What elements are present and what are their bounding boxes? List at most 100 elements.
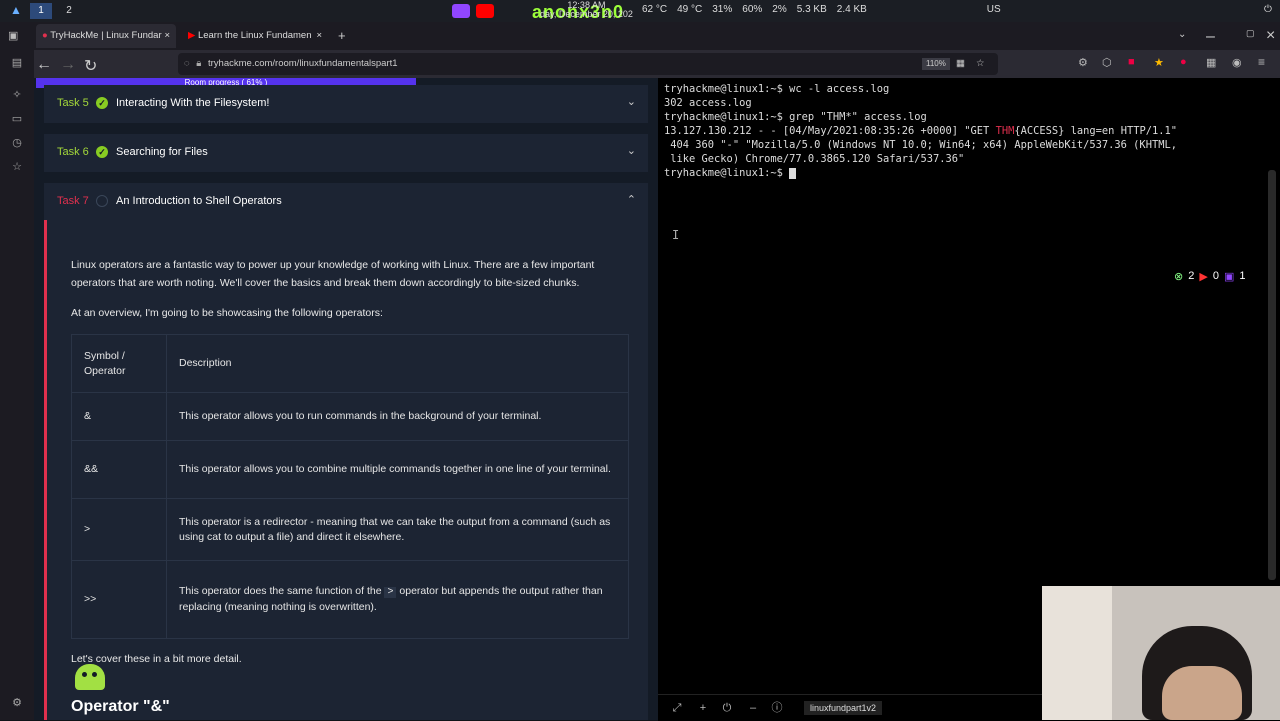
- ai-chat-icon[interactable]: ✧: [10, 88, 24, 102]
- task-7-body: Linux operators are a fantastic way to p…: [44, 220, 648, 720]
- add-icon[interactable]: +: [696, 701, 710, 715]
- extension-icon[interactable]: ■: [1128, 56, 1135, 68]
- table-row: && This operator allows you to combine m…: [71, 440, 629, 499]
- description-text: This operator does the same function of …: [179, 585, 385, 597]
- tab-tryhackme[interactable]: ● TryHackMe | Linux Fundar ×: [36, 24, 176, 48]
- sync-icon[interactable]: ▭: [10, 112, 24, 126]
- maximize-icon[interactable]: ▢: [1246, 28, 1255, 39]
- chevron-down-icon[interactable]: ⌄: [627, 144, 636, 157]
- minimize-icon[interactable]: –: [746, 701, 760, 715]
- settings-gear-icon[interactable]: ⚙: [10, 696, 24, 710]
- bookmark-icon[interactable]: ☆: [976, 53, 985, 75]
- extension-icon[interactable]: ●: [1180, 56, 1187, 68]
- terminal-line: tryhackme@linux1:~$ grep "THM*" access.l…: [664, 111, 927, 123]
- stream-counters: ⊗ 2 ▶ 0 ▣ 1: [1174, 270, 1245, 283]
- menu-icon[interactable]: ≡: [1258, 55, 1265, 69]
- operator-symbol: &&: [71, 440, 167, 499]
- prompt-text: tryhackme@linux1:~$: [664, 167, 790, 179]
- lock-icon: 🔒︎: [196, 58, 202, 69]
- forward-icon[interactable]: →: [60, 56, 76, 74]
- tab-youtube[interactable]: ▶ Learn the Linux Fundamen ×: [182, 24, 328, 48]
- extension-icon[interactable]: ⚙: [1078, 56, 1088, 69]
- xbox-icon: ⊗: [1174, 271, 1184, 283]
- terminal-line: 13.127.130.212 - - [04/May/2021:08:35:26…: [664, 125, 1177, 137]
- tab-list-icon[interactable]: ▣: [8, 29, 18, 42]
- workspace-2[interactable]: 2: [58, 3, 80, 19]
- task-number: Task 5: [57, 97, 89, 109]
- counter-value: 0: [1212, 270, 1219, 282]
- twitch-icon: [452, 4, 470, 18]
- bookmarks-icon[interactable]: ☆: [10, 160, 24, 174]
- table-row: & This operator allows you to run comman…: [71, 392, 629, 441]
- grep-match: THM: [995, 125, 1015, 137]
- workspace-1[interactable]: 1: [30, 3, 52, 19]
- tryhackme-page: Room progress ( 61% ) Task 5 ✓ Interacti…: [34, 78, 658, 720]
- shield-icon: ◌: [184, 58, 190, 69]
- back-icon[interactable]: ←: [36, 56, 52, 74]
- minimize-icon[interactable]: –: [1206, 28, 1215, 46]
- keyboard-layout[interactable]: US: [987, 4, 1001, 15]
- close-tab-icon[interactable]: ×: [316, 24, 322, 48]
- table-header-row: Symbol / Operator Description: [71, 334, 629, 393]
- operator-symbol: >>: [71, 560, 167, 639]
- webcam-overlay: [1042, 586, 1280, 720]
- task-title: An Introduction to Shell Operators: [116, 195, 282, 207]
- system-bar: ▲ 1 2 anonx3n0 12:38 AM day, December 20…: [0, 0, 1280, 22]
- task-5-header[interactable]: Task 5 ✓ Interacting With the Filesystem…: [44, 85, 648, 123]
- close-tab-icon[interactable]: ×: [164, 24, 170, 48]
- incomplete-circle-icon: [96, 195, 108, 207]
- operator-heading: Operator "&": [71, 698, 170, 715]
- task-number: Task 7: [57, 195, 89, 207]
- operators-table: Symbol / Operator Description & This ope…: [71, 334, 629, 639]
- column-header-symbol: Symbol / Operator: [71, 334, 167, 393]
- swap-usage: 2%: [772, 4, 787, 15]
- youtube-icon: [476, 4, 494, 18]
- new-tab-button[interactable]: +: [338, 28, 346, 43]
- terminal-line: tryhackme@linux1:~$ wc -l access.log: [664, 83, 890, 95]
- task-6-header[interactable]: Task 6 ✓ Searching for Files ⌄: [44, 134, 648, 172]
- chevron-down-icon[interactable]: ⌄: [627, 95, 636, 108]
- power-icon[interactable]: ⏻: [1264, 4, 1272, 15]
- operator-description: This operator does the same function of …: [166, 560, 629, 639]
- text-cursor-icon: I: [672, 228, 680, 242]
- chevron-up-icon[interactable]: ⌃: [627, 193, 636, 206]
- table-row: > This operator is a redirector - meanin…: [71, 498, 629, 561]
- task-title: Interacting With the Filesystem!: [116, 97, 270, 109]
- arch-logo-icon: ▲: [10, 3, 22, 17]
- expand-icon[interactable]: ⤢: [670, 701, 684, 715]
- history-icon[interactable]: ◷: [10, 136, 24, 150]
- tab-overflow-icon[interactable]: ⌄: [1178, 29, 1186, 40]
- cursor: [789, 167, 797, 179]
- url-bar[interactable]: ◌ 🔒︎ tryhackme.com/room/linuxfundamental…: [178, 53, 998, 75]
- account-icon[interactable]: ◉: [1232, 56, 1242, 69]
- table-row: >> This operator does the same function …: [71, 560, 629, 639]
- counter-value: 2: [1188, 270, 1195, 282]
- check-icon: ✓: [96, 97, 108, 109]
- system-stats: 62 °C 49 °C 31% 60% 2% 5.3 KB 2.4 KB US: [642, 4, 1001, 15]
- operator-symbol: >: [71, 498, 167, 561]
- youtube-icon: ▶: [1199, 271, 1208, 283]
- twitch-icon: ▣: [1223, 271, 1235, 283]
- close-window-icon[interactable]: ×: [1266, 27, 1275, 45]
- extensions-menu-icon[interactable]: ▦: [1206, 56, 1216, 69]
- power-icon[interactable]: ⏻: [720, 701, 734, 715]
- net-up: 2.4 KB: [836, 4, 867, 15]
- reader-view-icon[interactable]: ▦: [956, 53, 965, 75]
- info-icon[interactable]: ⓘ: [770, 701, 784, 715]
- task-number: Task 6: [57, 146, 89, 158]
- url-text: tryhackme.com/room/linuxfundamentalspart…: [208, 58, 398, 69]
- sidebar-toggle-icon[interactable]: ▤: [10, 56, 24, 70]
- terminal-line: 404 360 "-" "Mozilla/5.0 (Windows NT 10.…: [664, 139, 1177, 151]
- extension-icon[interactable]: ★: [1154, 56, 1164, 69]
- task-7-header[interactable]: Task 7 An Introduction to Shell Operator…: [44, 183, 648, 221]
- clock-date: day, December 20, 202: [540, 9, 633, 19]
- terminal-machine-name[interactable]: linuxfundpart1v2: [804, 701, 883, 715]
- counter-value: 1: [1239, 270, 1246, 282]
- overview-paragraph: At an overview, I'm going to be showcasi…: [71, 307, 383, 319]
- extension-icon[interactable]: ⬡: [1102, 56, 1112, 69]
- tab-label: TryHackMe | Linux Fundar: [50, 30, 162, 41]
- terminal-scrollbar[interactable]: [1268, 170, 1276, 580]
- tab-bar: ▣ ● TryHackMe | Linux Fundar × ▶ Learn t…: [0, 22, 1280, 50]
- zoom-level[interactable]: 110%: [922, 58, 950, 70]
- reload-icon[interactable]: ↻: [84, 56, 97, 76]
